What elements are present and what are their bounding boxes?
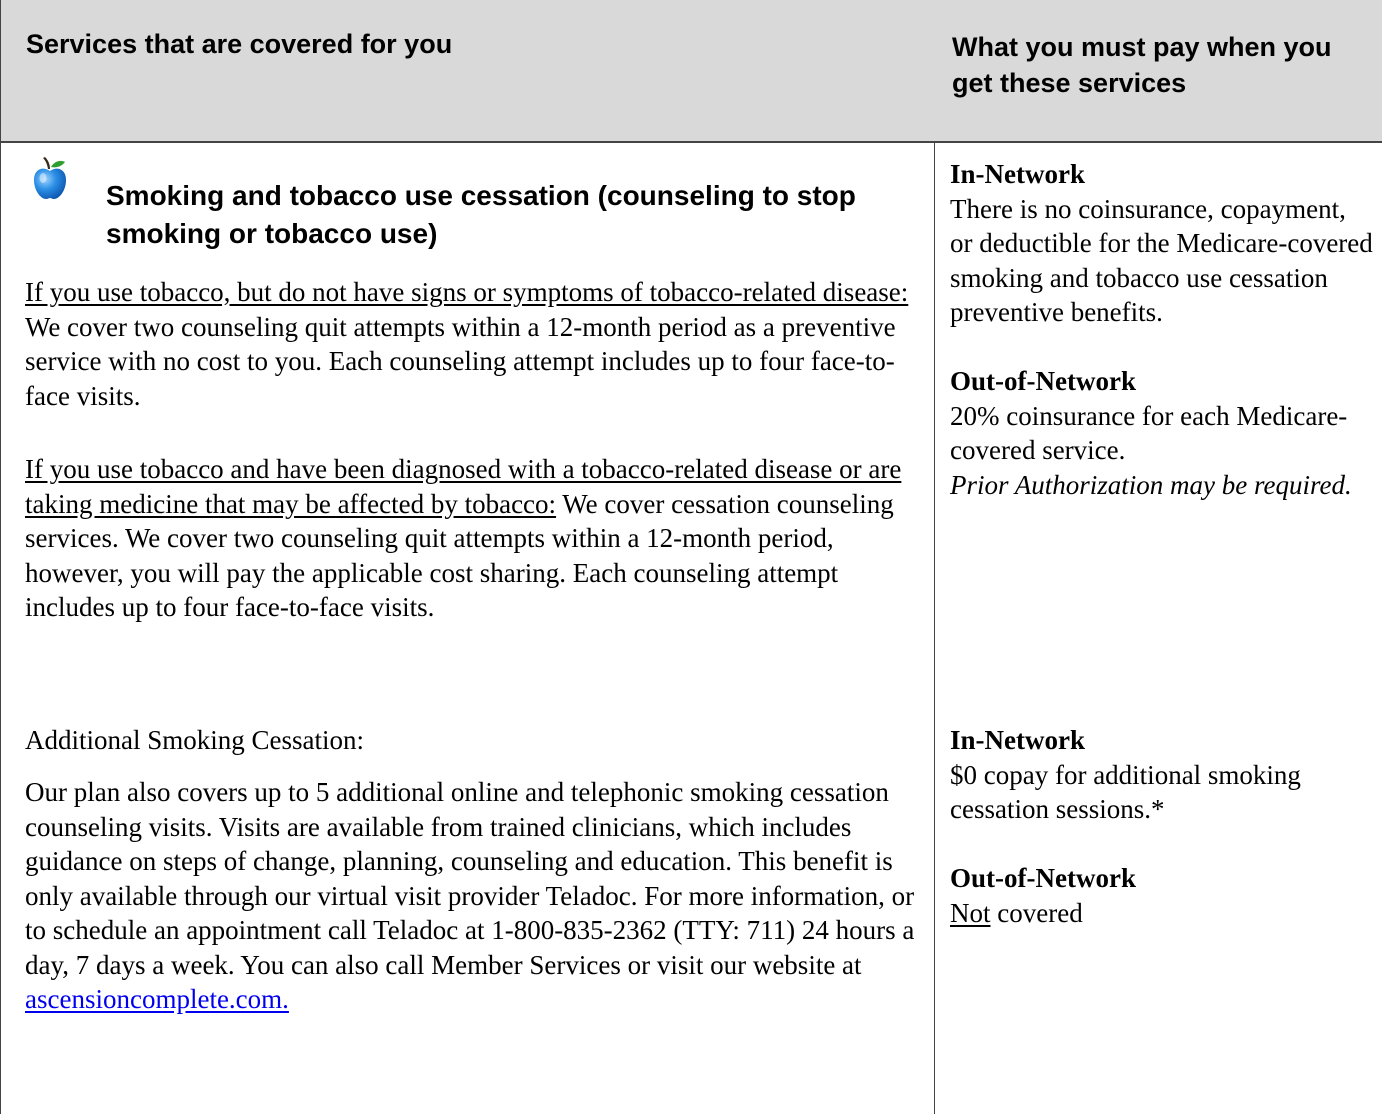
in-network-heading: In-Network (950, 159, 1085, 189)
prior-authorization-note: Prior Authorization may be required. (950, 469, 1352, 500)
additional-cessation-text: Our plan also covers up to 5 additional … (25, 777, 915, 980)
out-of-network-heading: Out-of-Network (950, 366, 1136, 396)
header-services: Services that are covered for you (26, 29, 453, 59)
table-border-left (0, 0, 1, 1114)
paragraph-additional-cessation: Our plan also covers up to 5 additional … (25, 775, 925, 1017)
paragraph-no-symptoms: If you use tobacco, but do not have sign… (25, 275, 925, 413)
not-underlined: Not (950, 897, 991, 928)
cost-block-additional: In-Network $0 copay for additional smoki… (950, 723, 1375, 930)
column-divider (934, 143, 935, 1114)
out-of-network-cost: Not covered (950, 896, 1375, 931)
covered-text: covered (990, 897, 1083, 928)
additional-cessation-heading: Additional Smoking Cessation: (25, 725, 365, 755)
out-of-network-cost: 20% coinsurance for each Medicare-covere… (950, 400, 1348, 466)
benefits-table: Services that are covered for you What y… (0, 0, 1382, 1114)
apple-icon (34, 157, 66, 199)
table-header: Services that are covered for you What y… (0, 0, 1382, 143)
out-of-network-heading: Out-of-Network (950, 863, 1136, 893)
in-network-cost: $0 copay for additional smoking cessatio… (950, 759, 1301, 825)
paragraph-diagnosed: If you use tobacco and have been diagnos… (25, 452, 925, 625)
in-network-cost: There is no coinsurance, copayment, or d… (950, 193, 1373, 328)
condition-no-symptoms: If you use tobacco, but do not have sign… (25, 277, 909, 307)
coverage-no-symptoms: We cover two counseling quit attempts wi… (25, 311, 896, 411)
service-title: Smoking and tobacco use cessation (couns… (106, 180, 856, 249)
in-network-heading: In-Network (950, 725, 1085, 755)
header-payment: What you must pay when you get these ser… (952, 32, 1332, 98)
website-link[interactable]: ascensioncomplete.com. (25, 984, 289, 1014)
cost-block-standard: In-Network There is no coinsurance, copa… (950, 157, 1375, 502)
